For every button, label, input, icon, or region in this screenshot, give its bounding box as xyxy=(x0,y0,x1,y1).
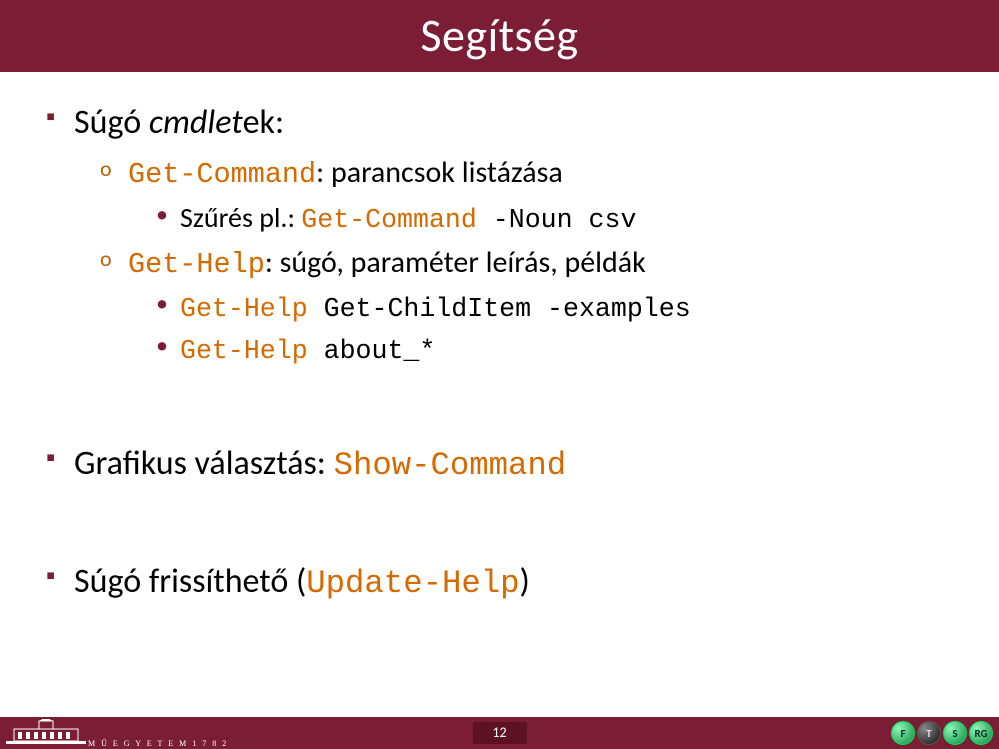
slide-content: Súgó cmdletek: Get-Command: parancsok li… xyxy=(0,72,999,749)
bullet-get-help: Get-Help: súgó, paraméter leírás, példák… xyxy=(100,241,969,370)
footer-right: F T S RG xyxy=(891,721,993,745)
text: Grafikus választás: xyxy=(74,443,334,484)
code-cmd: Get-Command xyxy=(301,205,477,235)
bullet-update-help: Súgó frissíthető (Update-Help) xyxy=(46,557,969,608)
code-args: -Noun csv xyxy=(477,205,637,235)
code-args: about_* xyxy=(308,336,436,366)
text: ) xyxy=(519,561,529,602)
bullet-help-cmdlets: Súgó cmdletek: Get-Command: parancsok li… xyxy=(46,98,969,371)
badge-t-icon: T xyxy=(917,721,941,745)
bullet-filter-example: Szűrés pl.: Get-Command -Noun csv xyxy=(156,198,969,240)
sublist: Get-Help Get-ChildItem -examples Get-Hel… xyxy=(128,287,969,370)
footer-bar: M Ű E G Y E T E M 1 7 8 2 12 F T S RG xyxy=(0,717,999,749)
slide: Segítség Súgó cmdletek: Get-Command: par… xyxy=(0,0,999,749)
university-logo-icon xyxy=(6,719,86,749)
text: ek: xyxy=(243,102,284,143)
code-cmd: Get-Help xyxy=(180,336,308,366)
code-cmd: Show-Command xyxy=(334,447,567,484)
text-italic: cmdlet xyxy=(149,102,243,143)
footer-university-text: M Ű E G Y E T E M 1 7 8 2 xyxy=(88,739,228,749)
code-cmd: Get-Help xyxy=(180,294,308,324)
badge-s-icon: S xyxy=(943,721,967,745)
badge-f-icon: F xyxy=(891,721,915,745)
badge-rg-icon: RG xyxy=(969,721,993,745)
bullet-get-command: Get-Command: parancsok listázása Szűrés … xyxy=(100,151,969,239)
bullet-list: Súgó cmdletek: Get-Command: parancsok li… xyxy=(30,98,969,608)
code-cmd: Get-Help xyxy=(128,248,265,281)
code-cmd: Update-Help xyxy=(306,565,519,602)
code-args: Get-ChildItem -examples xyxy=(308,294,691,324)
footer-left: M Ű E G Y E T E M 1 7 8 2 xyxy=(6,717,228,749)
bullet-show-command: Grafikus választás: Show-Command xyxy=(46,439,969,490)
text: Szűrés pl.: xyxy=(180,200,301,235)
page-number: 12 xyxy=(472,722,526,744)
slide-title-bar: Segítség xyxy=(0,0,999,72)
slide-title: Segítség xyxy=(420,8,578,64)
bullet-get-help-about: Get-Help about_* xyxy=(156,329,969,371)
sublist: Szűrés pl.: Get-Command -Noun csv xyxy=(128,198,969,240)
bullet-get-help-examples: Get-Help Get-ChildItem -examples xyxy=(156,287,969,329)
text: Súgó frissíthető ( xyxy=(74,561,306,602)
text: : parancsok listázása xyxy=(316,154,563,191)
sublist: Get-Command: parancsok listázása Szűrés … xyxy=(74,151,969,370)
text: Súgó xyxy=(74,102,149,143)
code-cmd: Get-Command xyxy=(128,158,316,191)
text: : súgó, paraméter leírás, példák xyxy=(265,244,646,281)
